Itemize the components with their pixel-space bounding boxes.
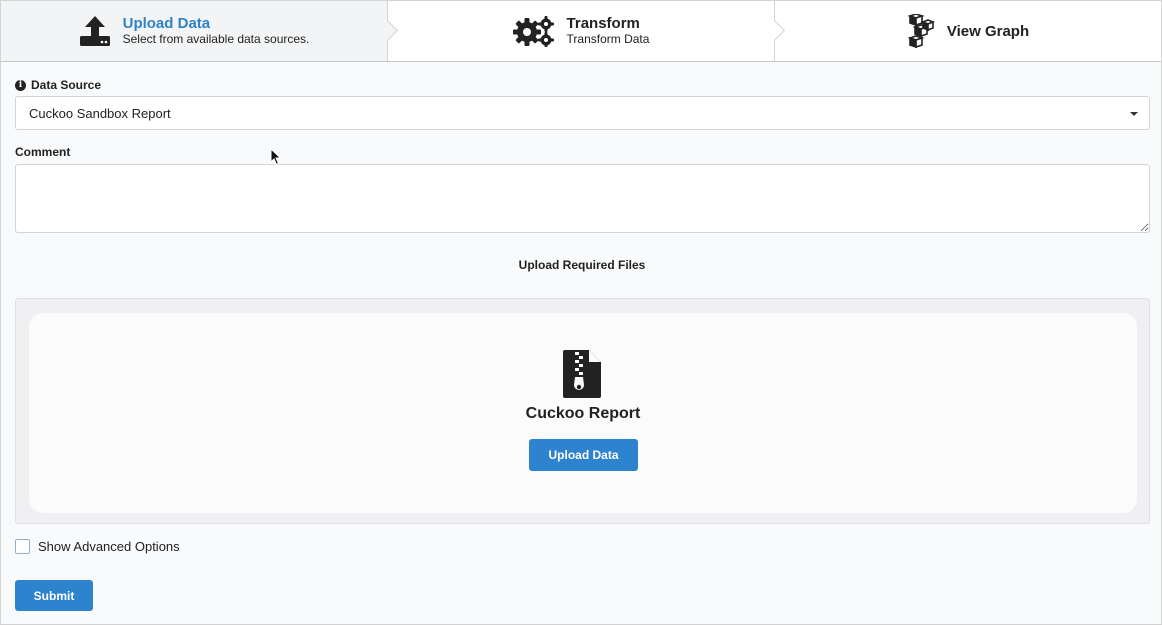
advanced-options-checkbox[interactable] (15, 539, 30, 554)
data-source-select[interactable]: Cuckoo Sandbox Report (15, 96, 1150, 130)
data-source-label: i Data Source (15, 78, 101, 92)
file-dropzone[interactable]: Cuckoo Report Upload Data (29, 313, 1137, 513)
section-title: Upload Required Files (518, 258, 646, 272)
file-title: Cuckoo Report (525, 405, 641, 422)
data-source-value: Cuckoo Sandbox Report (29, 105, 171, 121)
advanced-options-label: Show Advanced Options (38, 539, 180, 554)
step-view-graph[interactable]: View Graph (775, 1, 1161, 61)
file-zip-icon (563, 350, 601, 403)
comment-textarea[interactable] (15, 164, 1150, 233)
step-upload-data[interactable]: Upload Data Select from available data s… (1, 1, 399, 61)
upload-form: i Data Source Cuckoo Sandbox Report Comm… (0, 62, 1162, 625)
info-icon[interactable]: i (15, 79, 26, 91)
step-transform[interactable]: Transform Transform Data (388, 1, 786, 61)
step-description: Transform Data (566, 32, 650, 46)
step-title: View Graph (946, 22, 1030, 40)
step-title: Transform (566, 15, 640, 32)
comment-label: Comment (15, 145, 71, 159)
caret-down-icon (1130, 112, 1138, 116)
mouse-cursor-icon (270, 147, 282, 171)
file-dropzone-container: Cuckoo Report Upload Data (15, 298, 1150, 524)
steps-bar: Upload Data Select from available data s… (0, 0, 1162, 62)
gears-icon (512, 15, 555, 47)
cubes-icon (907, 14, 935, 48)
upload-data-button[interactable]: Upload Data (529, 439, 638, 471)
step-description: Select from available data sources. (122, 32, 310, 46)
step-title: Upload Data (122, 15, 211, 32)
advanced-options-toggle[interactable]: Show Advanced Options (15, 539, 180, 554)
upload-icon (79, 15, 111, 47)
submit-button[interactable]: Submit (15, 580, 93, 611)
